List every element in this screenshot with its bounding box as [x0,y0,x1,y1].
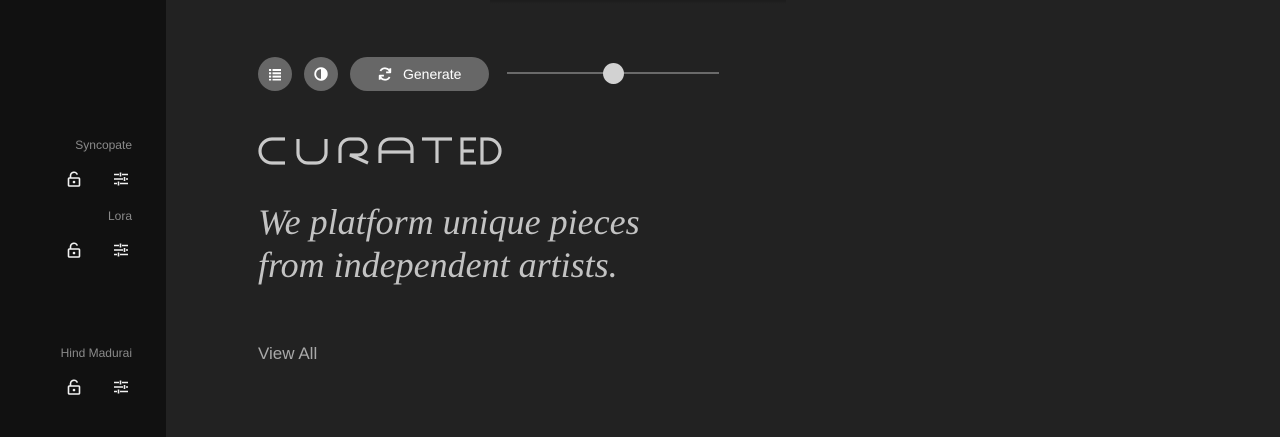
tagline-line-2: from independent artists. [258,245,618,285]
font-group-heading: Syncopate [0,138,132,152]
view-all-link[interactable]: View All [258,344,317,364]
contrast-icon [314,67,328,81]
slider-thumb[interactable] [603,63,624,84]
contrast-toggle-button[interactable] [304,57,338,91]
unlocked-lock-icon[interactable] [65,241,83,259]
font-name-label: Hind Madurai [60,346,132,360]
generate-label: Generate [403,66,462,82]
tagline: We platform unique pieces from independe… [258,201,778,287]
size-slider[interactable] [507,57,719,91]
generate-button[interactable]: Generate [350,57,489,91]
font-group-ui: Hind Madurai [0,346,132,360]
toolbar: Generate [258,57,738,91]
font-name-label: Syncopate [75,138,132,152]
font-controls-body [0,241,132,261]
font-name-label: Lora [107,209,132,223]
unlocked-lock-icon[interactable] [65,378,83,396]
sliders-icon[interactable] [112,378,130,396]
list-icon [269,69,281,81]
list-view-button[interactable] [258,57,292,91]
sliders-icon[interactable] [112,241,130,259]
unlocked-lock-icon[interactable] [65,170,83,188]
font-controls-ui [0,378,132,398]
tagline-line-1: We platform unique pieces [258,202,640,242]
refresh-icon [378,67,392,81]
sliders-icon[interactable] [112,170,130,188]
top-edge-shadow [490,0,786,4]
font-sidebar: Syncopate Lora Hind Madurai [0,0,166,437]
font-group-body: Lora [0,209,132,223]
curated-logo [258,135,503,176]
font-controls-heading [0,170,132,190]
